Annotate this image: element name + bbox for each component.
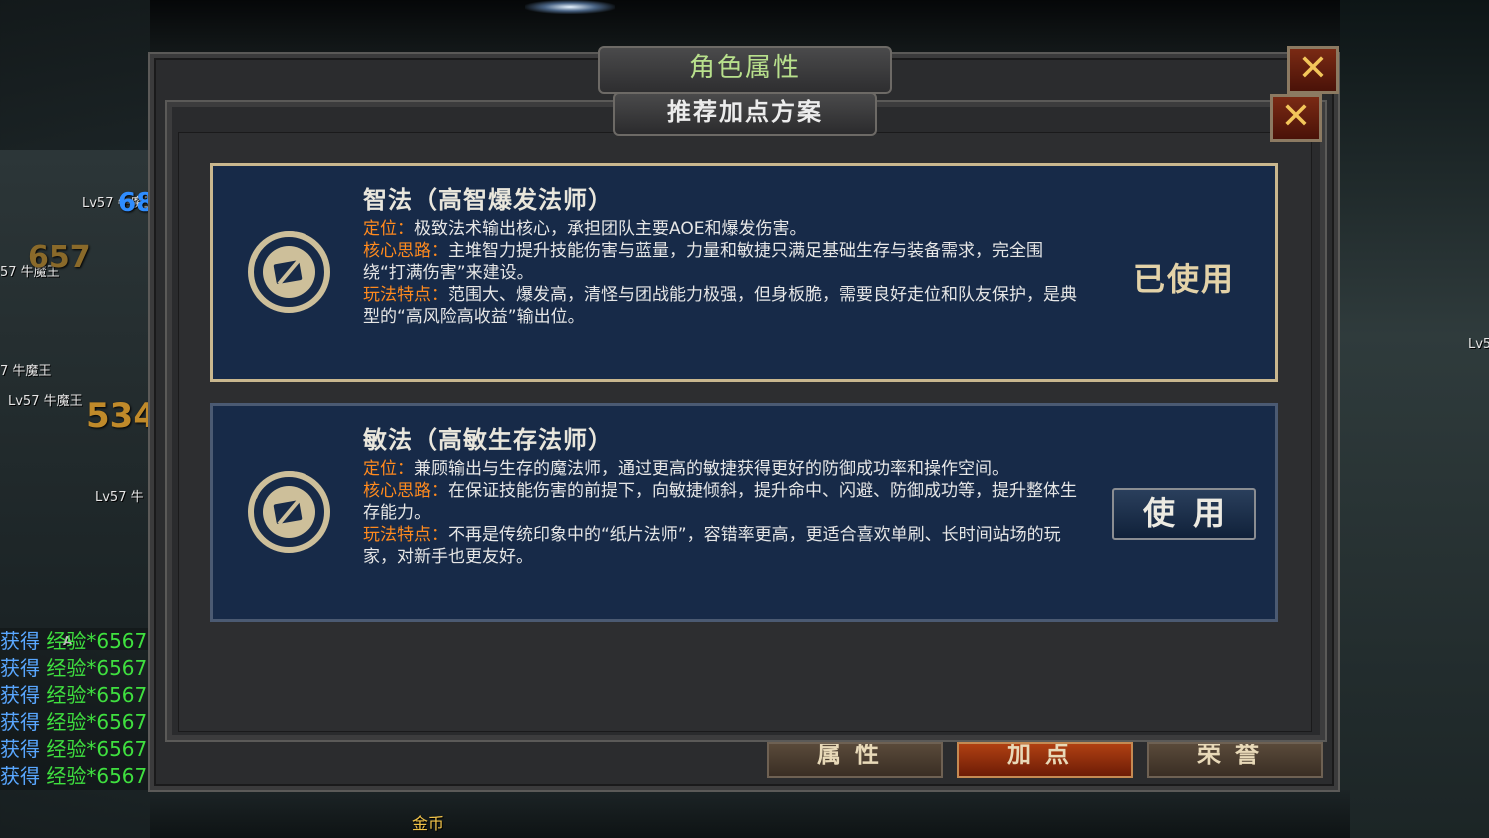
plan-title: 智法（高智爆发法师） xyxy=(363,186,613,214)
loot-log-line: 获得 经验*6567 xyxy=(0,655,150,682)
loot-log-line: 获得 经验*6567 xyxy=(0,628,150,655)
mage-emblem-icon xyxy=(248,231,330,313)
tab-add-points[interactable]: 加点 xyxy=(957,742,1133,778)
light-beam xyxy=(525,0,615,14)
npc-name-label[interactable]: Lv5 xyxy=(1468,337,1489,352)
close-attributes-button[interactable]: ✕ xyxy=(1287,46,1339,94)
loot-log-line: 获得 经验*6567 xyxy=(0,709,150,736)
recommended-build-title: 推荐加点方案 xyxy=(613,92,877,136)
damage-number: 534 xyxy=(86,396,157,436)
damage-number: 657 xyxy=(28,240,91,275)
character-attributes-title: 角色属性 xyxy=(598,46,892,94)
use-plan-button[interactable]: 使用 xyxy=(1112,488,1256,540)
loot-log-line: 获得 经验*6567 xyxy=(0,682,150,709)
close-recommended-button[interactable]: ✕ xyxy=(1270,94,1322,142)
plan-status-in-use: 已使用 xyxy=(1133,260,1236,298)
plan-description: 定位：极致法术输出核心，承担团队主要AOE和爆发伤害。 核心思路：主堆智力提升技… xyxy=(363,219,1077,327)
tab-attributes[interactable]: 属性 xyxy=(767,742,943,778)
scene-ground-right xyxy=(1340,0,1489,838)
plan-title: 敏法（高敏生存法师） xyxy=(363,426,613,454)
npc-name-label[interactable]: Lv57 牛魔王 xyxy=(8,390,83,409)
gold-drop-label[interactable]: 金币 xyxy=(412,810,444,834)
tab-honor[interactable]: 荣誉 xyxy=(1147,742,1323,778)
scene-ground-bottom xyxy=(150,790,1350,838)
mage-emblem-icon xyxy=(248,471,330,553)
plan-card-agi-mage[interactable]: 敏法（高敏生存法师） 定位：兼顾输出与生存的魔法师，通过更高的敏捷获得更好的防御… xyxy=(210,403,1278,622)
loot-log-line: 获得 经验*6567 xyxy=(0,736,150,763)
plan-description: 定位：兼顾输出与生存的魔法师，通过更高的敏捷获得更好的防御成功率和操作空间。 核… xyxy=(363,459,1077,567)
loot-log: 获得 经验*6567 获得 经验*6567 获得 经验*6567 获得 经验*6… xyxy=(0,628,150,790)
npc-name-label[interactable]: 7 牛魔王 xyxy=(0,360,51,379)
loot-log-line: 获得 经验*6567 xyxy=(0,763,150,790)
npc-name-label[interactable]: Lv57 牛 xyxy=(95,486,144,505)
plan-card-int-mage[interactable]: 智法（高智爆发法师） 定位：极致法术输出核心，承担团队主要AOE和爆发伤害。 核… xyxy=(210,163,1278,382)
